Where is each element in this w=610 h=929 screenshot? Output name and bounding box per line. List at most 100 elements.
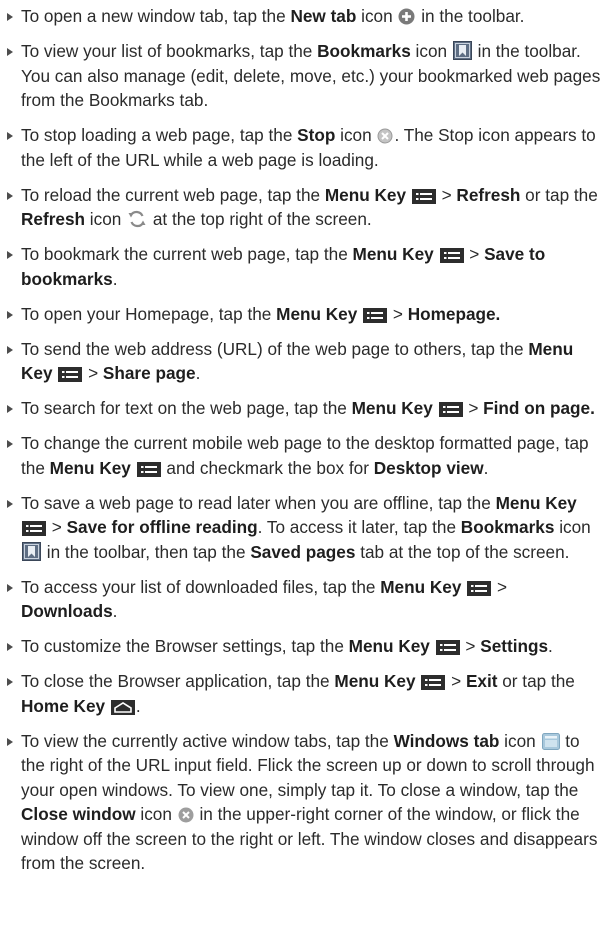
body-text: .	[112, 268, 118, 289]
bullet-arrow-icon	[7, 48, 13, 56]
windows-tab-icon	[541, 732, 560, 750]
body-text: To reload the current web page, tap the	[21, 184, 325, 205]
bold-term: Close window	[21, 804, 136, 824]
bookmark-icon	[22, 541, 41, 561]
bullet-item-downloads: To access your list of downloaded files,…	[6, 575, 606, 624]
body-text	[357, 304, 362, 324]
menu-key-icon	[435, 640, 460, 655]
menu-key-icon	[363, 307, 388, 323]
body-text: .	[135, 695, 141, 716]
body-text: icon	[499, 730, 541, 751]
menu-key-icon	[58, 367, 83, 382]
bold-term: Stop	[297, 125, 336, 145]
bullet-item-reload: To reload the current web page, tap the …	[6, 183, 606, 232]
bullet-arrow-icon	[7, 440, 13, 448]
bullet-arrow-icon	[7, 405, 13, 413]
home-key-icon	[110, 699, 135, 715]
body-text: . To access it later, tap the	[257, 517, 461, 537]
bold-term: Bookmarks	[460, 517, 555, 537]
body-text: .	[195, 363, 201, 383]
menu-key-icon	[439, 248, 464, 263]
bullet-arrow-icon	[7, 737, 13, 746]
bookmark-icon	[452, 41, 472, 60]
body-text: To open your Homepage, tap the	[21, 303, 277, 324]
body-text: To close the Browser application, tap th…	[21, 671, 335, 691]
refresh-icon	[127, 210, 147, 228]
body-text	[433, 398, 438, 418]
body-text: >	[446, 671, 466, 691]
body-text: To bookmark the current web page, tap th…	[21, 244, 353, 264]
body-text	[406, 185, 411, 205]
body-text: >	[436, 184, 457, 205]
plus-circle-icon	[398, 8, 415, 25]
bullet-item-stop: To stop loading a web page, tap the Stop…	[6, 123, 606, 172]
bold-term: Desktop view	[373, 457, 484, 478]
bold-term: Menu Key	[276, 303, 358, 324]
body-text	[105, 696, 110, 716]
bullet-arrow-icon	[7, 583, 13, 592]
bullet-item-homepage: To open your Homepage, tap the Menu Key …	[6, 302, 606, 327]
bold-term: Menu Key	[49, 457, 131, 478]
body-text: icon	[335, 125, 377, 145]
menu-key-icon	[421, 675, 446, 690]
bold-term: Saved pages	[250, 541, 356, 562]
bullet-arrow-icon	[7, 678, 13, 686]
menu-key-icon	[136, 461, 161, 477]
body-text: icon	[356, 6, 398, 26]
bold-term: Menu Key	[495, 492, 577, 513]
bold-term: Menu Key	[352, 244, 434, 264]
bold-term: Refresh	[21, 209, 85, 229]
bullet-item-windows-tab: To view the currently active window tabs…	[6, 729, 606, 876]
bullet-arrow-icon	[7, 191, 13, 200]
body-text: .	[548, 636, 553, 656]
bold-term: Menu Key	[348, 636, 430, 656]
body-text: icon	[135, 804, 177, 824]
bold-term: Homepage.	[407, 303, 501, 324]
body-text: in the toolbar, then tap the	[42, 541, 251, 562]
bold-term: Menu Key	[324, 184, 407, 205]
body-text: To customize the Browser settings, tap t…	[21, 636, 349, 656]
bold-term: Exit	[465, 671, 498, 691]
body-text	[53, 363, 58, 383]
bullet-item-desktop-view: To change the current mobile web page to…	[6, 431, 606, 480]
stop-icon	[377, 128, 393, 144]
body-text: and checkmark the box for	[161, 457, 374, 478]
body-text: To access your list of downloaded files,…	[21, 576, 381, 597]
bullet-item-share-page: To send the web address (URL) of the web…	[6, 337, 606, 386]
bullet-arrow-icon	[7, 251, 13, 259]
bold-term: Share page	[102, 363, 196, 383]
bullet-item-offline-reading: To save a web page to read later when yo…	[6, 491, 606, 565]
bold-term: Save for offline reading	[66, 517, 258, 537]
bullet-arrow-icon	[7, 13, 13, 21]
body-text: >	[460, 636, 481, 656]
body-text: or tap the	[497, 671, 575, 691]
body-text: >	[388, 303, 408, 324]
body-text: To save a web page to read later when yo…	[21, 492, 496, 513]
body-text: To search for text on the web page, tap …	[21, 398, 352, 418]
body-text: >	[492, 576, 508, 597]
body-text: To stop loading a web page, tap the	[21, 125, 298, 145]
body-text: To view the currently active window tabs…	[21, 730, 394, 751]
body-text: >	[464, 244, 485, 264]
body-text	[461, 577, 466, 597]
bullet-arrow-icon	[7, 643, 13, 651]
bullet-arrow-icon	[7, 132, 13, 140]
bold-term: Settings	[480, 636, 549, 656]
body-text: in the toolbar.	[416, 6, 525, 26]
body-text	[430, 636, 435, 656]
bullet-item-bookmarks: To view your list of bookmarks, tap the …	[6, 39, 606, 113]
close-window-icon	[178, 807, 194, 823]
bold-term: Menu Key	[351, 398, 433, 418]
instruction-list: To open a new window tab, tap the New ta…	[6, 4, 606, 876]
menu-key-icon	[22, 521, 46, 536]
bullet-item-new-tab: To open a new window tab, tap the New ta…	[6, 4, 606, 29]
body-text: To send the web address (URL) of the web…	[21, 338, 529, 359]
bold-term: Refresh	[456, 184, 521, 205]
bullet-arrow-icon	[7, 345, 13, 354]
body-text: icon	[554, 517, 591, 537]
menu-key-icon	[467, 580, 492, 596]
bullet-item-save-bookmark: To bookmark the current web page, tap th…	[6, 242, 606, 291]
bold-term: Windows tab	[393, 730, 500, 751]
bullet-item-exit: To close the Browser application, tap th…	[6, 669, 606, 718]
body-text: >	[463, 398, 484, 418]
